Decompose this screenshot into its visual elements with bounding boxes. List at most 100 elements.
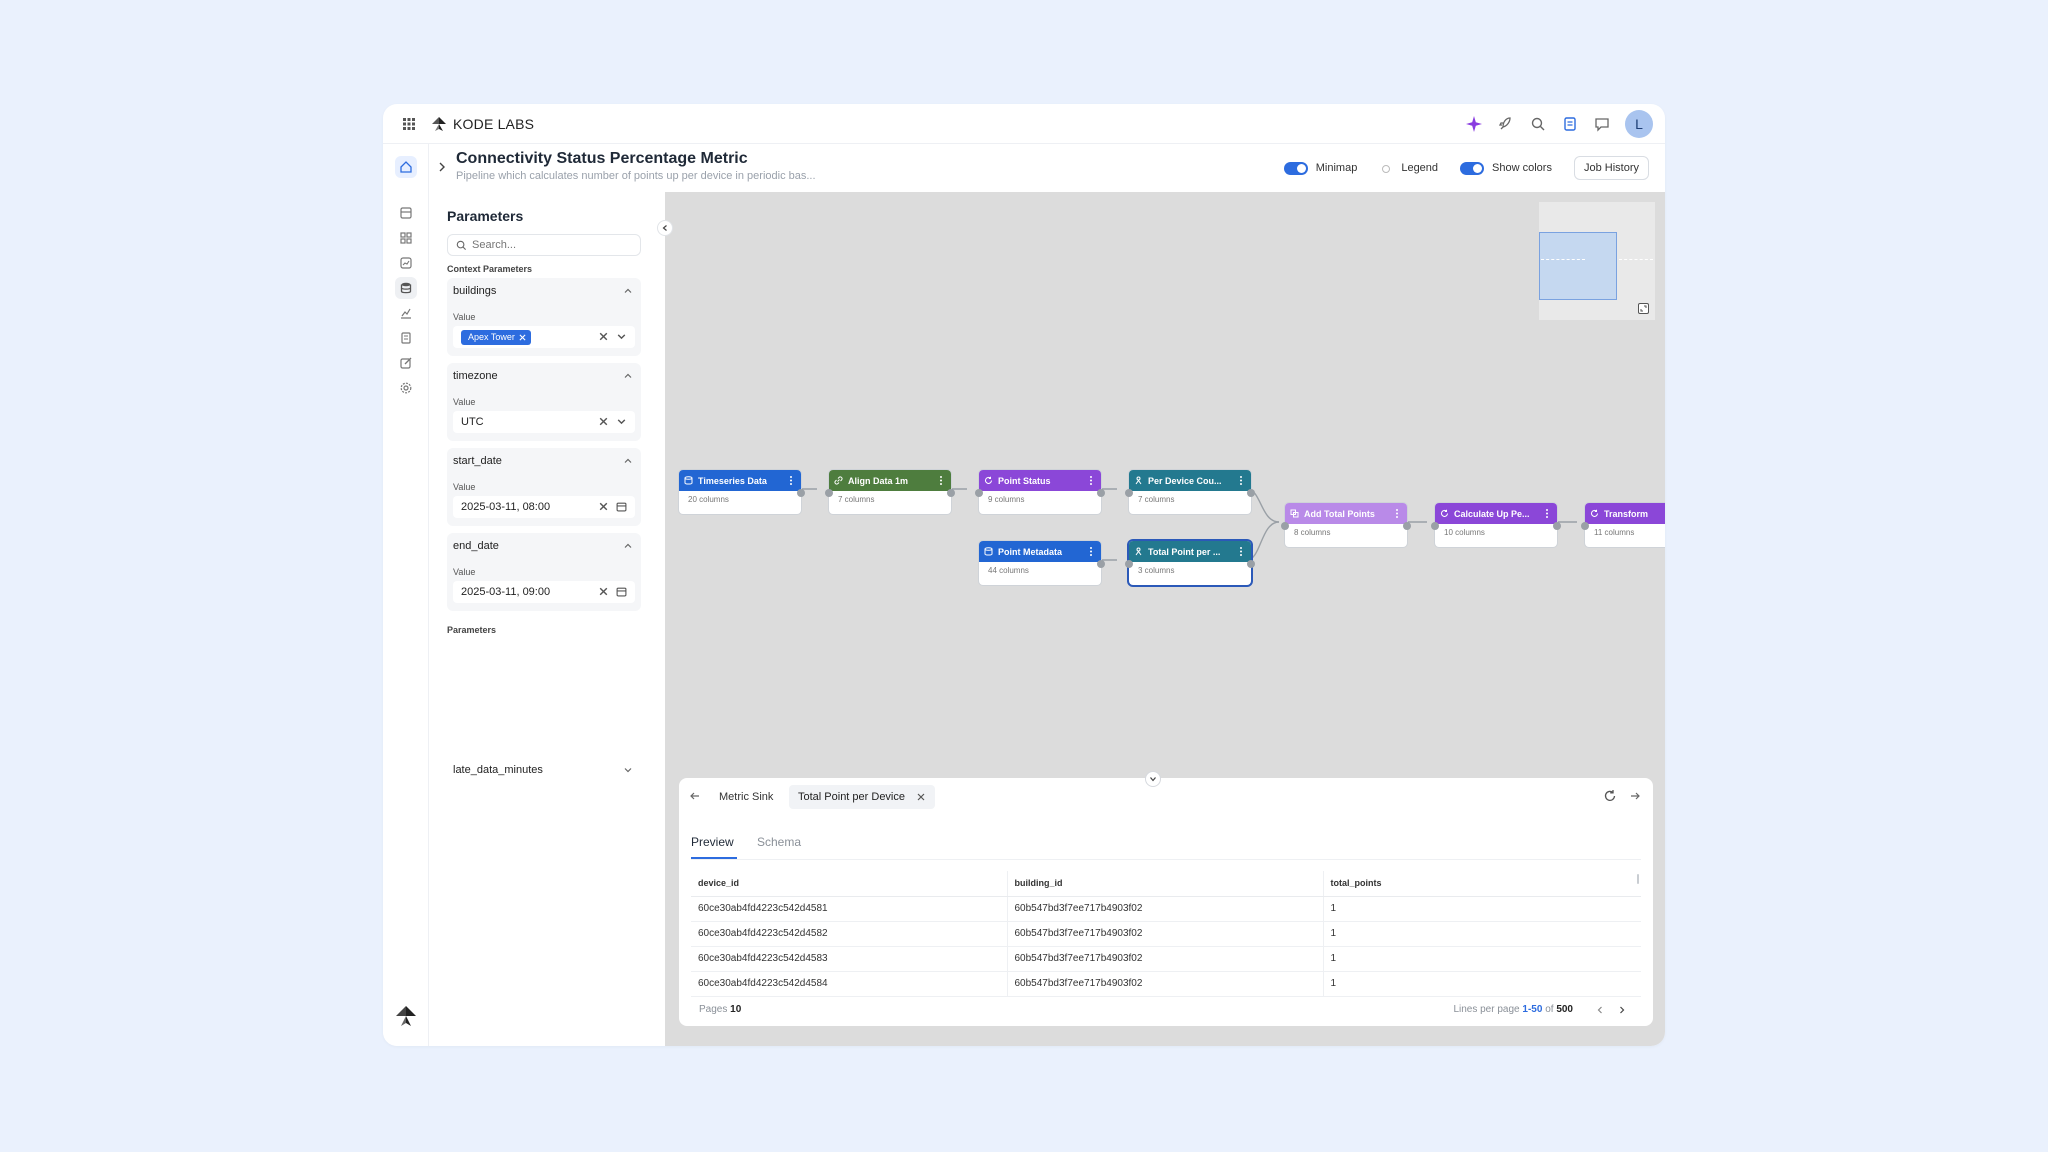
chevron-right-icon[interactable] <box>435 160 449 174</box>
input-port[interactable] <box>825 489 833 497</box>
input-port[interactable] <box>1431 522 1439 530</box>
search-input[interactable] <box>472 239 622 251</box>
lines-range[interactable]: 1-50 <box>1522 1004 1542 1015</box>
table-row[interactable]: 60ce30ab4fd4223c542d4582 60b547bd3f7ee71… <box>691 921 1641 947</box>
more-vertical-icon[interactable] <box>1542 507 1552 520</box>
more-vertical-icon[interactable] <box>1236 545 1246 558</box>
input-port[interactable] <box>975 489 983 497</box>
clear-icon[interactable] <box>598 586 609 597</box>
chevron-left-icon[interactable] <box>1595 1005 1605 1015</box>
input-port[interactable] <box>1281 522 1289 530</box>
legend-toggle[interactable] <box>1379 161 1394 175</box>
more-vertical-icon[interactable] <box>1086 474 1096 487</box>
top-icons: L <box>1465 110 1653 138</box>
output-port[interactable] <box>1097 560 1105 568</box>
show-colors-toggle[interactable] <box>1460 161 1485 175</box>
more-vertical-icon[interactable] <box>1086 545 1096 558</box>
rail-settings[interactable] <box>395 377 417 399</box>
breadcrumb-metric-sink[interactable]: Metric Sink <box>719 791 773 803</box>
table-row[interactable]: 60ce30ab4fd4223c542d4584 60b547bd3f7ee71… <box>691 971 1641 997</box>
tab-preview[interactable]: Preview <box>691 835 734 849</box>
node-add-total-points[interactable]: Add Total Points 8 columns <box>1281 503 1411 547</box>
output-port[interactable] <box>1247 560 1255 568</box>
input-port[interactable] <box>1581 522 1589 530</box>
chat-icon[interactable] <box>1593 115 1611 133</box>
arrow-left-icon[interactable] <box>689 790 701 802</box>
rail-database[interactable] <box>395 277 417 299</box>
more-vertical-icon[interactable] <box>786 474 796 487</box>
edge <box>1246 521 1280 561</box>
node-total-point-per-device[interactable]: Total Point per ... 3 columns <box>1125 541 1255 585</box>
output-port[interactable] <box>1403 522 1411 530</box>
output-port[interactable] <box>1553 522 1561 530</box>
close-icon[interactable] <box>519 333 526 341</box>
search-box[interactable] <box>447 234 641 256</box>
rail-dashboard[interactable] <box>395 202 417 224</box>
more-vertical-icon[interactable] <box>936 474 946 487</box>
clear-icon[interactable] <box>598 416 609 427</box>
output-port[interactable] <box>1097 489 1105 497</box>
collapse-panel-button[interactable] <box>657 220 673 236</box>
input-port[interactable] <box>1125 560 1133 568</box>
output-port[interactable] <box>947 489 955 497</box>
node-title: Align Data 1m <box>848 475 909 486</box>
breadcrumb-total-point[interactable]: Total Point per Device <box>789 785 935 809</box>
minimap-toggle[interactable] <box>1283 161 1308 175</box>
column-header[interactable]: device_id <box>691 871 1007 897</box>
timezone-select[interactable]: UTC <box>453 411 635 433</box>
column-header[interactable]: building_id <box>1006 871 1323 897</box>
rocket-icon[interactable] <box>1497 115 1515 133</box>
chevron-down-icon[interactable] <box>616 331 627 342</box>
column-header[interactable]: total_points <box>1322 871 1641 897</box>
chevron-up-icon[interactable] <box>623 286 633 296</box>
sparkle-icon[interactable] <box>1465 115 1483 133</box>
close-icon[interactable] <box>916 792 926 802</box>
collapse-preview-button[interactable] <box>1145 771 1161 787</box>
avatar[interactable]: L <box>1625 110 1653 138</box>
start-date-field[interactable]: 2025-03-11, 08:00 <box>453 496 635 518</box>
node-point-metadata[interactable]: Point Metadata 44 columns <box>979 541 1105 585</box>
rail-chart[interactable] <box>395 302 417 324</box>
chevron-down-icon[interactable] <box>623 765 633 775</box>
node-calculate-up[interactable]: Calculate Up Pe... 10 columns <box>1431 503 1561 547</box>
more-vertical-icon[interactable] <box>1392 507 1402 520</box>
table-row[interactable]: 60ce30ab4fd4223c542d4581 60b547bd3f7ee71… <box>691 896 1641 922</box>
rail-apps[interactable] <box>395 227 417 249</box>
more-vertical-icon[interactable] <box>1236 474 1246 487</box>
rail-analytics[interactable] <box>395 252 417 274</box>
output-port[interactable] <box>797 489 805 497</box>
clear-icon[interactable] <box>598 331 609 342</box>
node-per-device-count[interactable]: Per Device Cou... 7 columns <box>1125 470 1255 514</box>
calendar-icon[interactable] <box>616 501 627 512</box>
node-align-data[interactable]: Align Data 1m 7 columns <box>825 470 955 514</box>
brand[interactable]: KODE LABS <box>431 114 534 134</box>
document-icon[interactable] <box>1561 115 1579 133</box>
end-date-field[interactable]: 2025-03-11, 09:00 <box>453 581 635 603</box>
table-row[interactable]: 60ce30ab4fd4223c542d4583 60b547bd3f7ee71… <box>691 946 1641 972</box>
buildings-select[interactable]: Apex Tower <box>453 326 635 348</box>
chevron-right-icon[interactable] <box>1617 1005 1627 1015</box>
job-history-button[interactable]: Job History <box>1573 156 1649 180</box>
tab-schema[interactable]: Schema <box>757 835 801 849</box>
input-port[interactable] <box>1125 489 1133 497</box>
chevron-up-icon[interactable] <box>623 456 633 466</box>
arrow-right-icon[interactable] <box>1629 790 1641 802</box>
clear-icon[interactable] <box>598 501 609 512</box>
rail-home[interactable] <box>395 156 417 178</box>
node-point-status[interactable]: Point Status 9 columns <box>975 470 1105 514</box>
chevron-up-icon[interactable] <box>623 541 633 551</box>
chevron-up-icon[interactable] <box>623 371 633 381</box>
pipeline-canvas[interactable]: Timeseries Data 20 columns Align Data 1m… <box>665 192 1665 1046</box>
node-timeseries-data[interactable]: Timeseries Data 20 columns <box>679 470 805 514</box>
rail-report[interactable] <box>395 327 417 349</box>
chevron-down-icon[interactable] <box>616 416 627 427</box>
search-icon[interactable] <box>1529 115 1547 133</box>
node-transform[interactable]: Transform 11 columns <box>1581 503 1665 547</box>
table-scrollbar[interactable] <box>1637 874 1639 884</box>
calendar-icon[interactable] <box>616 586 627 597</box>
output-port[interactable] <box>1247 489 1255 497</box>
grid-icon[interactable] <box>401 116 417 132</box>
param-late-data-minutes[interactable]: late_data_minutes <box>447 758 641 782</box>
rail-edit[interactable] <box>395 352 417 374</box>
refresh-icon[interactable] <box>1603 789 1617 803</box>
